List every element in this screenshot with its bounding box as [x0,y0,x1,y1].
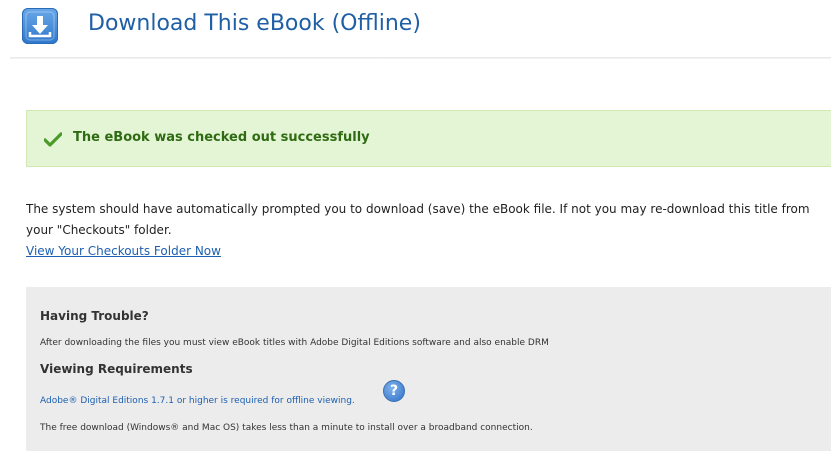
instruction-line-1: The system should have automatically pro… [26,202,810,216]
adobe-requirement-link[interactable]: Adobe® Digital Editions 1.7.1 or higher … [40,396,355,406]
download-instructions: The system should have automatically pro… [26,199,831,262]
page-header: Download This eBook (Offline) [0,0,831,58]
help-icon[interactable]: ? [383,380,405,402]
drm-note: After downloading the files you must vie… [40,338,549,348]
download-icon [22,8,58,44]
success-message: The eBook was checked out successfully [73,130,370,145]
checkmark-icon [44,132,62,147]
view-checkouts-link[interactable]: View Your Checkouts Folder Now [26,244,221,258]
viewing-requirements-heading: Viewing Requirements [40,362,193,376]
having-trouble-heading: Having Trouble? [40,309,149,323]
header-divider [10,57,831,59]
instruction-line-2: your "Checkouts" folder. [26,223,172,237]
page-title: Download This eBook (Offline) [88,11,421,36]
help-panel: Having Trouble? After downloading the fi… [26,287,831,451]
install-note: The free download (Windows® and Mac OS) … [40,423,533,433]
success-alert: The eBook was checked out successfully [26,110,831,167]
